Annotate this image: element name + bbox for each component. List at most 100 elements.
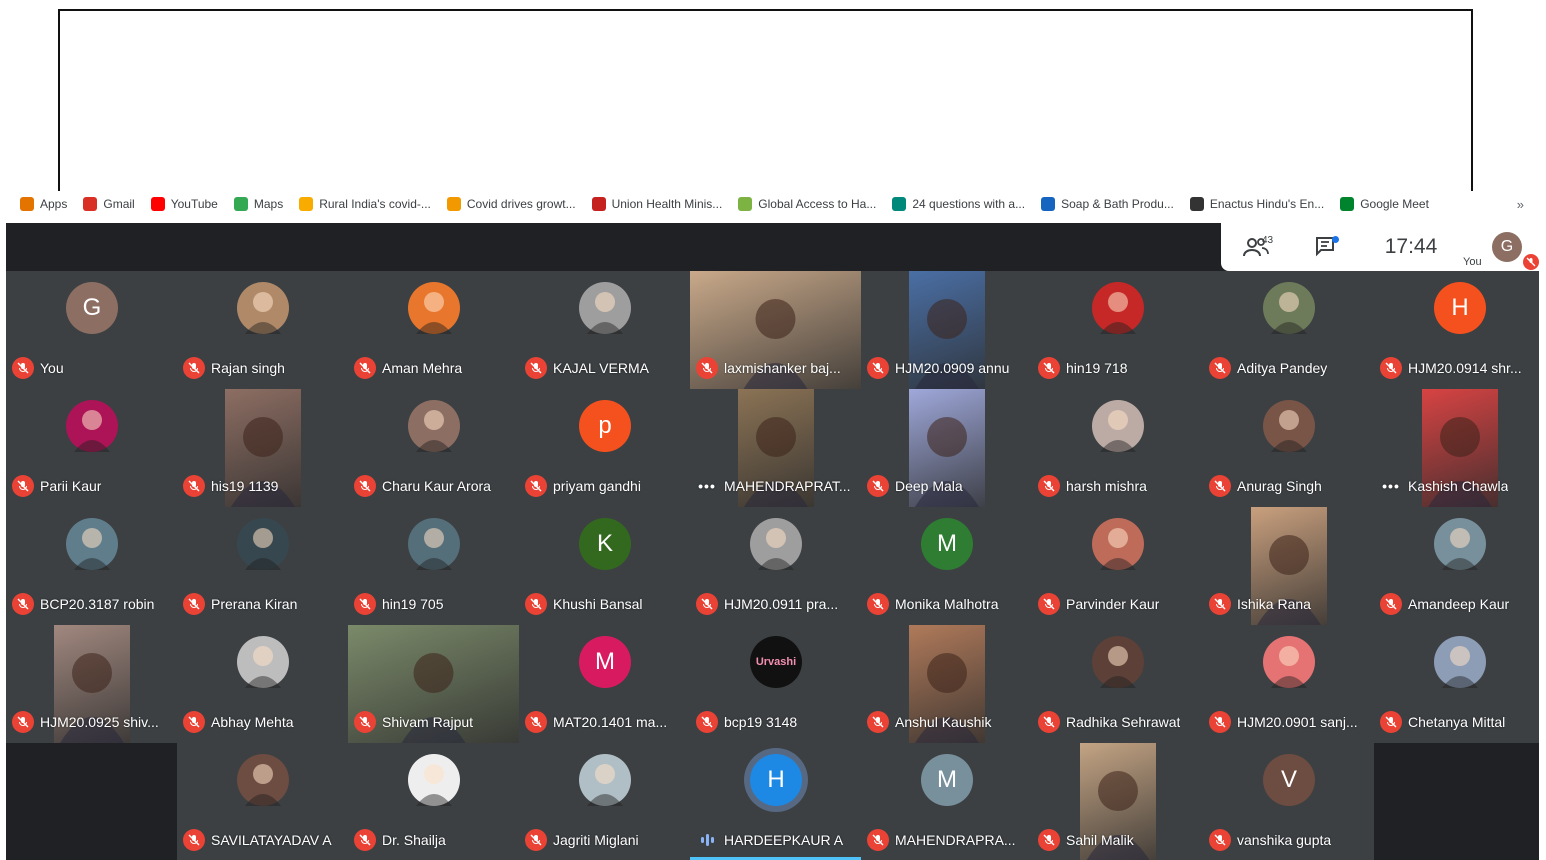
participant-tile[interactable]: Jagriti Miglani [519, 743, 690, 860]
avatar-photo [237, 518, 289, 570]
mic-off-icon [12, 593, 34, 615]
bookmark-label: YouTube [170, 197, 218, 211]
bookmark-4[interactable]: Rural India's covid-... [291, 191, 439, 217]
bookmark-6[interactable]: Union Health Minis... [584, 191, 731, 217]
participant-tile[interactable]: HJM20.0925 shiv... [6, 625, 177, 743]
meet-header: 43 17:44 You G [6, 223, 1539, 271]
participant-name-row: You [12, 357, 175, 379]
participant-name: BCP20.3187 robin [40, 596, 155, 612]
participant-tile[interactable]: hin19 718 [1032, 271, 1203, 389]
avatar-photo [1092, 518, 1144, 570]
participant-tile[interactable]: Sahil Malik [1032, 743, 1203, 860]
mic-off-icon [183, 593, 205, 615]
participant-tile[interactable]: HJM20.0909 annu [861, 271, 1032, 389]
bookmark-8[interactable]: 24 questions with a... [884, 191, 1033, 217]
participant-tile[interactable]: M MAT20.1401 ma... [519, 625, 690, 743]
participant-name: Khushi Bansal [553, 596, 643, 612]
bookmark-3[interactable]: Maps [226, 191, 291, 217]
participant-name: hin19 705 [382, 596, 444, 612]
meet-window: 43 17:44 You G G You Rajan singh Aman Mehra… [6, 223, 1539, 860]
participant-tile[interactable]: Aditya Pandey [1203, 271, 1374, 389]
people-button[interactable]: 43 [1221, 223, 1291, 271]
participant-tile[interactable]: Shivam Rajput [348, 625, 519, 743]
bookmark-0[interactable]: Apps [0, 191, 75, 217]
participant-tile[interactable]: Prerana Kiran [177, 507, 348, 625]
participant-name: KAJAL VERMA [553, 360, 649, 376]
participant-tile[interactable]: laxmishanker baj... [690, 271, 861, 389]
avatar-photo [1434, 518, 1486, 570]
participant-tile[interactable]: M Monika Malhotra [861, 507, 1032, 625]
participant-tile[interactable]: HJM20.0901 sanj... [1203, 625, 1374, 743]
avatar-initial: M [921, 754, 973, 806]
participant-tile[interactable]: p priyam gandhi [519, 389, 690, 507]
empty-tile [1374, 743, 1539, 860]
mic-off-icon [354, 475, 376, 497]
avatar-photo [408, 282, 460, 334]
participant-tile[interactable]: H HARDEEPKAUR A [690, 743, 861, 860]
bookmark-5[interactable]: Covid drives growt... [439, 191, 584, 217]
participant-tile[interactable]: hin19 705 [348, 507, 519, 625]
bookmark-1[interactable]: Gmail [75, 191, 142, 217]
mic-off-icon [525, 357, 547, 379]
avatar-photo [1092, 636, 1144, 688]
participant-name-row: Dr. Shailja [354, 829, 517, 851]
participant-tile[interactable]: H HJM20.0914 shr... [1374, 271, 1539, 389]
participant-tile[interactable]: K Khushi Bansal [519, 507, 690, 625]
mic-off-icon [1209, 475, 1231, 497]
avatar-photo [66, 400, 118, 452]
participant-tile[interactable]: his19 1139 [177, 389, 348, 507]
participant-tile[interactable]: ••• MAHENDRAPRAT... [690, 389, 861, 507]
avatar-photo [1092, 400, 1144, 452]
participant-name-row: harsh mishra [1038, 475, 1201, 497]
site-icon [892, 197, 907, 211]
chat-button[interactable] [1291, 223, 1361, 271]
more-bookmarks-button[interactable]: » [1517, 197, 1546, 212]
more-options-icon[interactable]: ••• [1380, 478, 1402, 494]
self-view[interactable]: You G [1461, 223, 1539, 271]
bookmark-label: Soap & Bath Produ... [1061, 197, 1174, 211]
participant-tile[interactable]: Amandeep Kaur [1374, 507, 1539, 625]
avatar-initial: M [579, 636, 631, 688]
bookmark-7[interactable]: Global Access to Ha... [730, 191, 884, 217]
bookmarks-bar: Apps Gmail YouTube Maps Rural India's covid-… [0, 191, 1546, 217]
participant-tile[interactable]: ••• Kashish Chawla [1374, 389, 1539, 507]
participant-tile[interactable]: Parii Kaur [6, 389, 177, 507]
participant-tile[interactable]: Rajan singh [177, 271, 348, 389]
speaking-indicator-icon [696, 834, 718, 846]
bookmark-10[interactable]: Enactus Hindu's En... [1182, 191, 1332, 217]
participant-name: Prerana Kiran [211, 596, 298, 612]
participant-tile[interactable]: Urvashi bcp19 3148 [690, 625, 861, 743]
participant-tile[interactable]: G You [6, 271, 177, 389]
participant-tile[interactable]: SAVILATAYADAV A [177, 743, 348, 860]
participant-tile[interactable]: BCP20.3187 robin [6, 507, 177, 625]
participant-tile[interactable]: HJM20.0911 pra... [690, 507, 861, 625]
participant-tile[interactable]: Aman Mehra [348, 271, 519, 389]
participant-tile[interactable]: Chetanya Mittal [1374, 625, 1539, 743]
bookmark-2[interactable]: YouTube [143, 191, 226, 217]
participant-tile[interactable]: Anshul Kaushik [861, 625, 1032, 743]
participant-name-row: Jagriti Miglani [525, 829, 688, 851]
participant-tile[interactable]: Radhika Sehrawat [1032, 625, 1203, 743]
participant-tile[interactable]: M MAHENDRAPRA... [861, 743, 1032, 860]
participant-tile[interactable]: Anurag Singh [1203, 389, 1374, 507]
mic-off-icon [867, 593, 889, 615]
maps-icon [233, 197, 248, 211]
participant-name: MAT20.1401 ma... [553, 714, 668, 730]
more-options-icon[interactable]: ••• [696, 478, 718, 494]
participant-name: Sahil Malik [1066, 832, 1134, 848]
mic-off-icon [1038, 357, 1060, 379]
participant-tile[interactable]: Dr. Shailja [348, 743, 519, 860]
bookmark-label: Maps [253, 197, 284, 211]
participant-tile[interactable]: Ishika Rana [1203, 507, 1374, 625]
participant-tile[interactable]: KAJAL VERMA [519, 271, 690, 389]
participant-tile[interactable]: Deep Mala [861, 389, 1032, 507]
mic-off-icon [696, 357, 718, 379]
participant-tile[interactable]: harsh mishra [1032, 389, 1203, 507]
participant-tile[interactable]: Charu Kaur Arora [348, 389, 519, 507]
participant-tile[interactable]: Vvanshika gupta [1203, 743, 1374, 860]
bookmark-9[interactable]: Soap & Bath Produ... [1033, 191, 1182, 217]
participant-tile[interactable]: Parvinder Kaur [1032, 507, 1203, 625]
participant-tile[interactable]: Abhay Mehta [177, 625, 348, 743]
participant-name: Parvinder Kaur [1066, 596, 1160, 612]
bookmark-11[interactable]: Google Meet [1332, 191, 1437, 217]
